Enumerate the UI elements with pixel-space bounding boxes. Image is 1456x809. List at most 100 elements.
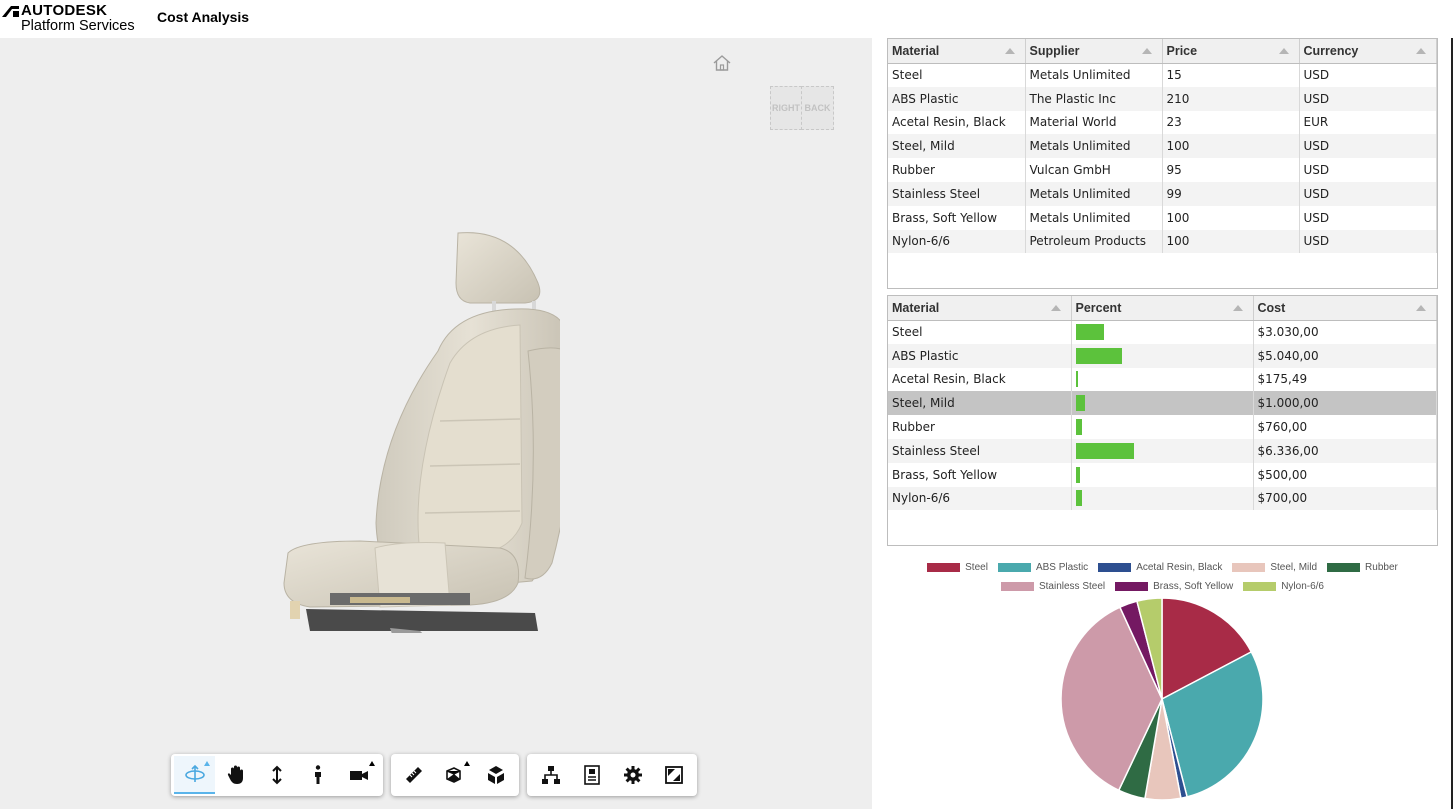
legend-item-acetal-resin-black[interactable]: Acetal Resin, Black [1098,562,1222,573]
sort-arrow-icon[interactable] [1278,48,1289,54]
explode-cube-icon [446,767,461,783]
column-header-currency[interactable]: Currency [1299,39,1437,64]
table-row[interactable]: Steel $3.030,00 [888,320,1437,344]
column-header-label: Price [1166,43,1198,58]
sort-arrow-icon[interactable] [1050,305,1061,311]
legend-item-nylon-6-6[interactable]: Nylon-6/6 [1243,581,1324,592]
table-row[interactable]: Brass, Soft Yellow Metals Unlimited 100 USD [888,205,1437,230]
cell-material: ABS Plastic [888,86,1026,111]
3d-viewer[interactable]: RIGHT BACK [0,38,872,809]
cell-material: Steel [888,63,1026,87]
cell-material: Rubber [888,158,1026,182]
cell-percent [1071,462,1254,487]
pie-legend: Steel ABS Plastic Acetal Resin, Black Steel… [887,558,1438,596]
percent-bar [1075,347,1123,364]
column-header-material[interactable]: Material [888,39,1026,64]
cell-material: Steel, Mild [888,134,1026,159]
table-row[interactable]: Nylon-6/6 $700,00 [888,486,1437,511]
column-header-cost[interactable]: Cost [1253,296,1437,321]
cell-price: 100 [1162,134,1300,159]
percent-bar [1075,395,1085,412]
cell-supplier: Metals Unlimited [1025,134,1163,159]
table-row[interactable]: Stainless Steel $6.336,00 [888,438,1437,463]
first-person-tool-button[interactable] [298,756,339,794]
sort-arrow-icon[interactable] [1004,48,1015,54]
legend-label: ABS Plastic [1035,562,1089,573]
column-header-label: Currency [1303,43,1359,58]
legend-item-rubber[interactable]: Rubber [1327,562,1398,573]
legend-label: Nylon-6/6 [1281,581,1324,592]
column-header-material[interactable]: Material [888,296,1072,321]
table-row[interactable]: Brass, Soft Yellow $500,00 [888,462,1437,487]
column-header-price[interactable]: Price [1162,39,1300,64]
cell-supplier: Petroleum Products [1025,229,1163,254]
cell-material: Steel, Mild [888,391,1072,416]
percent-bar [1075,371,1078,388]
legend-item-abs-plastic[interactable]: ABS Plastic [997,562,1089,573]
viewcube-back-face[interactable]: BACK [801,86,834,130]
legend-label: Steel [965,562,988,573]
cell-price: 100 [1162,205,1300,230]
page-title: Cost Analysis [157,9,250,25]
table-row[interactable]: Stainless Steel Metals Unlimited 99 USD [888,181,1437,206]
cell-supplier: Vulcan GmbH [1025,158,1163,182]
table-row[interactable]: ABS Plastic The Plastic Inc 210 USD [888,86,1437,111]
cell-currency: USD [1299,63,1437,87]
properties-tool-button[interactable] [571,756,612,794]
cell-cost: $700,00 [1253,486,1437,511]
viewcube-right-face[interactable]: RIGHT [770,86,802,130]
legend-swatch [1098,563,1132,572]
car-seat-model[interactable] [270,223,560,633]
legend-item-stainless-steel[interactable]: Stainless Steel [1000,581,1105,592]
cell-price: 100 [1162,229,1300,254]
cell-cost: $1.000,00 [1253,391,1437,416]
table-row[interactable]: Nylon-6/6 Petroleum Products 100 USD [888,229,1437,254]
material-cost-table: Material Percent Cost Steel $3.030,00 ABS Pl… [887,295,1438,546]
cell-supplier: The Plastic Inc [1025,86,1163,111]
table-row[interactable]: ABS Plastic $5.040,00 [888,343,1437,368]
table-row[interactable]: Rubber $760,00 [888,415,1437,439]
cell-supplier: Metals Unlimited [1025,205,1163,230]
cell-price: 95 [1162,158,1300,182]
table-row[interactable]: Steel, Mild $1.000,00 [888,391,1437,416]
cell-percent [1071,486,1254,511]
table-row[interactable]: Rubber Vulcan GmbH 95 USD [888,158,1437,182]
cell-supplier: Metals Unlimited [1025,63,1163,87]
legend-swatch [1232,563,1266,572]
measure-tool-button[interactable] [394,756,435,794]
autodesk-logo[interactable]: AUTODESK Platform Services [2,3,147,35]
camera-tool-button[interactable] [339,756,380,794]
home-icon[interactable] [712,54,732,72]
pan-tool-button[interactable] [215,756,256,794]
table-row[interactable]: Acetal Resin, Black Material World 23 EUR [888,110,1437,135]
sort-arrow-icon[interactable] [1416,305,1426,311]
zoom-tool-button[interactable] [256,756,297,794]
cell-currency: EUR [1299,110,1437,135]
column-header-label: Material [892,300,940,315]
section-tool-button[interactable] [475,756,516,794]
model-browser-tool-button[interactable] [530,756,571,794]
table-row[interactable]: Steel Metals Unlimited 15 USD [888,63,1437,87]
explode-tool-button[interactable] [435,756,476,794]
legend-label: Rubber [1365,562,1398,573]
cell-material: Acetal Resin, Black [888,367,1072,392]
cell-percent [1071,320,1254,344]
fullscreen-tool-button[interactable] [653,756,694,794]
column-header-percent[interactable]: Percent [1071,296,1254,321]
sort-arrow-icon[interactable] [1141,48,1152,54]
settings-tool-button[interactable] [612,756,653,794]
cell-material: Stainless Steel [888,438,1072,463]
legend-item-brass-soft-yellow[interactable]: Brass, Soft Yellow [1115,581,1233,592]
column-header-supplier[interactable]: Supplier [1025,39,1163,64]
legend-item-steel[interactable]: Steel [927,562,988,573]
orbit-tool-button[interactable] [174,756,216,794]
legend-item-steel-mild[interactable]: Steel, Mild [1232,562,1317,573]
sort-arrow-icon[interactable] [1416,48,1426,54]
sort-arrow-icon[interactable] [1232,305,1243,311]
viewcube[interactable]: RIGHT BACK [770,86,834,130]
table-row[interactable]: Acetal Resin, Black $175,49 [888,367,1437,392]
table-row[interactable]: Steel, Mild Metals Unlimited 100 USD [888,134,1437,159]
panel-divider[interactable] [1451,38,1453,809]
cell-material: Nylon-6/6 [888,486,1072,511]
settings-toolbar [527,754,697,796]
